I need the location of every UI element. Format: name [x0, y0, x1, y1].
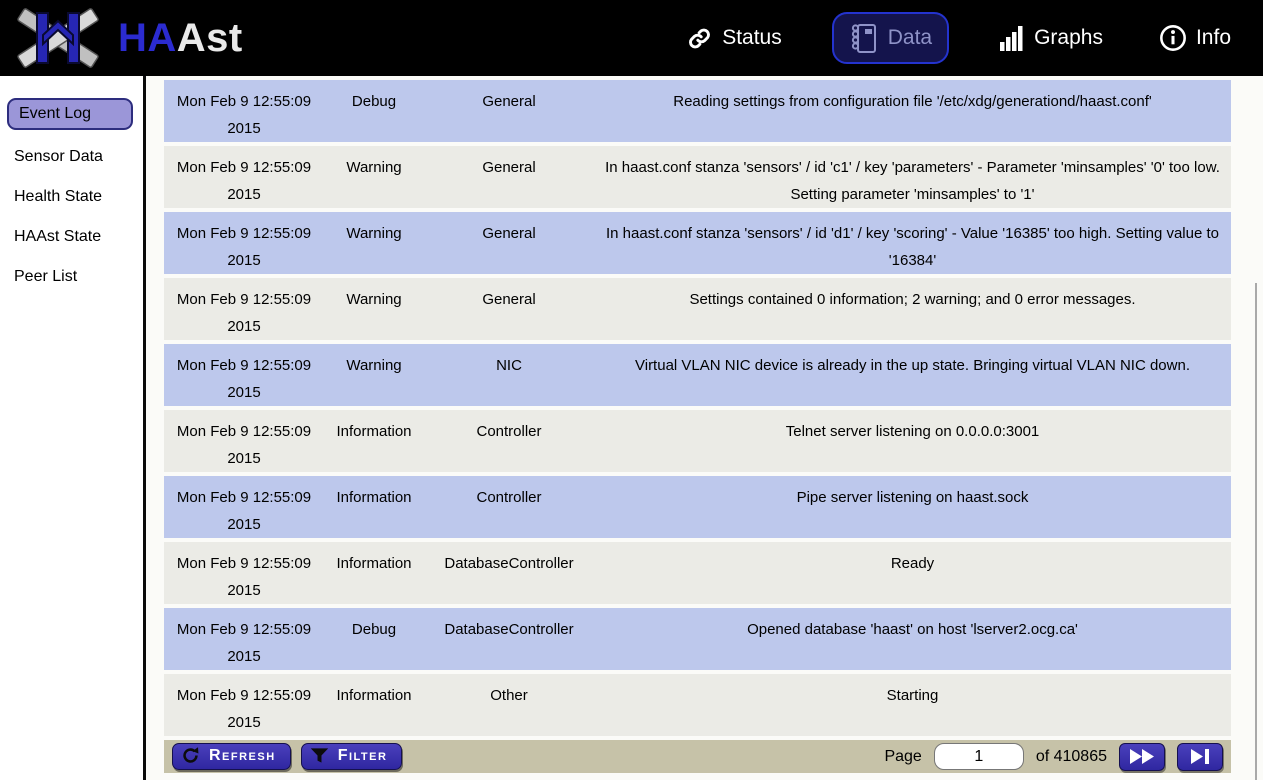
sidebar-item-event-log[interactable]: Event Log — [7, 98, 133, 130]
severity-cell: Information — [324, 674, 424, 736]
severity-cell: Debug — [324, 80, 424, 142]
page-label: Page — [884, 748, 921, 766]
sidebar: Event Log Sensor Data Health State HAAst… — [0, 76, 146, 780]
timestamp-cell: Mon Feb 9 12:55:09 2015 — [164, 476, 324, 538]
message-cell: Telnet server listening on 0.0.0.0:3001 — [594, 410, 1231, 472]
main-content: Mon Feb 9 12:55:09 2015 Debug General Re… — [146, 76, 1263, 780]
table-row[interactable]: Mon Feb 9 12:55:09 2015 Debug General Re… — [164, 80, 1231, 142]
message-cell: In haast.conf stanza 'sensors' / id 'c1'… — [594, 146, 1231, 208]
severity-cell: Warning — [324, 212, 424, 274]
last-page-icon — [1188, 748, 1212, 765]
category-cell: General — [424, 146, 594, 208]
category-cell: General — [424, 212, 594, 274]
timestamp-cell: Mon Feb 9 12:55:09 2015 — [164, 212, 324, 274]
sidebar-item-health-state[interactable]: Health State — [0, 180, 143, 214]
timestamp-cell: Mon Feb 9 12:55:09 2015 — [164, 80, 324, 142]
bar-chart-icon — [999, 25, 1025, 52]
page-number-input[interactable] — [934, 743, 1024, 770]
page-count: of 410865 — [1036, 748, 1107, 766]
timestamp-cell: Mon Feb 9 12:55:09 2015 — [164, 674, 324, 736]
timestamp-cell: Mon Feb 9 12:55:09 2015 — [164, 344, 324, 406]
chain-link-icon — [686, 25, 713, 52]
timestamp-cell: Mon Feb 9 12:55:09 2015 — [164, 410, 324, 472]
table-toolbar: Refresh Filter Page of 410865 — [164, 740, 1231, 773]
app-logo: HAAst — [10, 8, 243, 68]
table-row[interactable]: Mon Feb 9 12:55:09 2015 Warning NIC Virt… — [164, 344, 1231, 406]
table-row[interactable]: Mon Feb 9 12:55:09 2015 Debug DatabaseCo… — [164, 608, 1231, 670]
message-cell: Ready — [594, 542, 1231, 604]
app-header: HAAst Status — [0, 0, 1263, 76]
table-row[interactable]: Mon Feb 9 12:55:09 2015 Information Cont… — [164, 410, 1231, 472]
nav-label: Status — [722, 26, 782, 50]
message-cell: Settings contained 0 information; 2 warn… — [594, 278, 1231, 340]
message-cell: Pipe server listening on haast.sock — [594, 476, 1231, 538]
pager: Page of 410865 — [884, 743, 1223, 771]
category-cell: Other — [424, 674, 594, 736]
nav-item-info[interactable]: Info — [1153, 16, 1237, 60]
message-cell: Opened database 'haast' on host 'lserver… — [594, 608, 1231, 670]
refresh-label: Refresh — [209, 747, 276, 765]
nav-item-graphs[interactable]: Graphs — [993, 17, 1109, 60]
nav-item-status[interactable]: Status — [680, 17, 788, 60]
filter-button[interactable]: Filter — [301, 743, 403, 770]
sidebar-item-peer-list[interactable]: Peer List — [0, 260, 143, 294]
severity-cell: Debug — [324, 608, 424, 670]
table-row[interactable]: Mon Feb 9 12:55:09 2015 Warning General … — [164, 278, 1231, 340]
sidebar-item-haast-state[interactable]: HAAst State — [0, 220, 143, 254]
refresh-icon — [181, 746, 200, 765]
refresh-button[interactable]: Refresh — [172, 743, 291, 770]
category-cell: DatabaseController — [424, 608, 594, 670]
severity-cell: Information — [324, 476, 424, 538]
message-cell: Virtual VLAN NIC device is already in th… — [594, 344, 1231, 406]
notebook-icon — [849, 21, 879, 55]
timestamp-cell: Mon Feb 9 12:55:09 2015 — [164, 608, 324, 670]
sidebar-item-sensor-data[interactable]: Sensor Data — [0, 140, 143, 174]
timestamp-cell: Mon Feb 9 12:55:09 2015 — [164, 278, 324, 340]
info-icon — [1159, 24, 1187, 52]
table-row[interactable]: Mon Feb 9 12:55:09 2015 Information Data… — [164, 542, 1231, 604]
message-cell: Reading settings from configuration file… — [594, 80, 1231, 142]
scrollbar-edge-line — [1255, 283, 1257, 780]
severity-cell: Information — [324, 410, 424, 472]
nav-item-data[interactable]: Data — [832, 12, 949, 64]
filter-label: Filter — [338, 747, 388, 765]
table-row[interactable]: Mon Feb 9 12:55:09 2015 Warning General … — [164, 212, 1231, 274]
message-cell: Starting — [594, 674, 1231, 736]
table-row[interactable]: Mon Feb 9 12:55:09 2015 Warning General … — [164, 146, 1231, 208]
main-nav: Status Data — [680, 12, 1237, 64]
category-cell: NIC — [424, 344, 594, 406]
severity-cell: Information — [324, 542, 424, 604]
severity-cell: Warning — [324, 278, 424, 340]
app-title: HAAst — [118, 18, 243, 58]
next-page-button[interactable] — [1119, 743, 1165, 771]
category-cell: General — [424, 80, 594, 142]
event-log-table: Mon Feb 9 12:55:09 2015 Debug General Re… — [164, 76, 1231, 740]
nav-label: Info — [1196, 26, 1231, 50]
table-row[interactable]: Mon Feb 9 12:55:09 2015 Information Cont… — [164, 476, 1231, 538]
category-cell: Controller — [424, 476, 594, 538]
last-page-button[interactable] — [1177, 743, 1223, 771]
category-cell: General — [424, 278, 594, 340]
message-cell: In haast.conf stanza 'sensors' / id 'd1'… — [594, 212, 1231, 274]
severity-cell: Warning — [324, 146, 424, 208]
category-cell: DatabaseController — [424, 542, 594, 604]
nav-label: Graphs — [1034, 26, 1103, 50]
timestamp-cell: Mon Feb 9 12:55:09 2015 — [164, 146, 324, 208]
nav-label: Data — [888, 26, 932, 50]
fast-forward-icon — [1128, 748, 1156, 765]
timestamp-cell: Mon Feb 9 12:55:09 2015 — [164, 542, 324, 604]
haast-asterisk-logo-icon — [10, 8, 106, 68]
category-cell: Controller — [424, 410, 594, 472]
severity-cell: Warning — [324, 344, 424, 406]
filter-funnel-icon — [310, 747, 329, 764]
table-row[interactable]: Mon Feb 9 12:55:09 2015 Information Othe… — [164, 674, 1231, 736]
